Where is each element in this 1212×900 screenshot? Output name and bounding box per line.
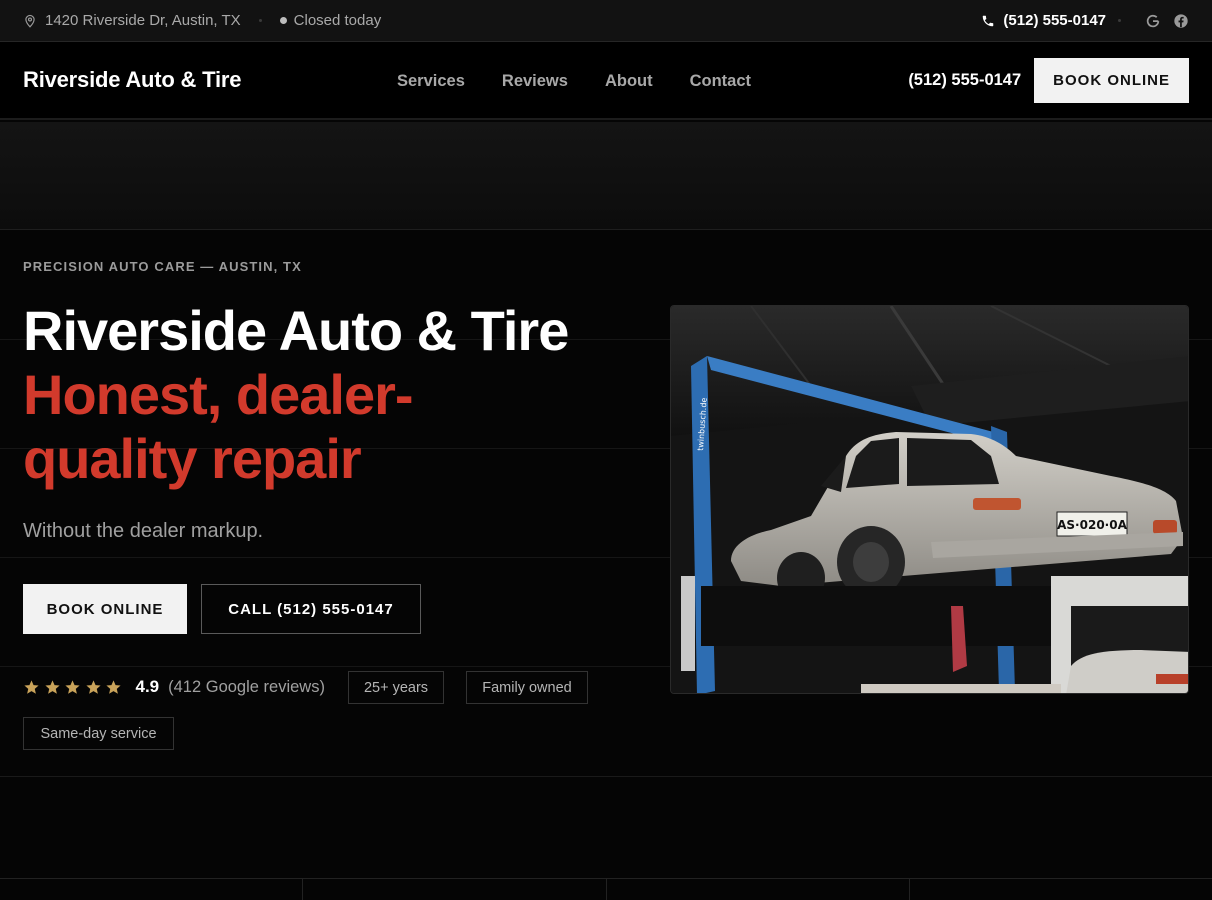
divider-dot bbox=[258, 19, 262, 22]
hero-book-button[interactable]: BOOK ONLINE bbox=[23, 584, 187, 634]
badge-family-owned: Family owned bbox=[466, 671, 588, 704]
location-pin-icon bbox=[25, 14, 35, 28]
badge-same-day: Same-day service bbox=[23, 717, 174, 750]
top-info-bar: 1420 Riverside Dr, Austin, TX Closed tod… bbox=[0, 0, 1212, 42]
star-icon bbox=[24, 679, 39, 694]
main-nav: Services Reviews About Contact bbox=[397, 42, 788, 120]
badge-years: 25+ years bbox=[348, 671, 444, 704]
review-count: (412 Google reviews) bbox=[168, 677, 325, 696]
hero-garage-photo: twinbusch.de AS·020·0A bbox=[670, 305, 1189, 694]
hero-heading: Riverside Auto & Tire Honest, dealer- qu… bbox=[23, 299, 643, 491]
nav-item-services[interactable]: Services bbox=[397, 72, 465, 91]
star-icon bbox=[44, 679, 60, 694]
star-icon bbox=[65, 679, 80, 694]
hero-call-button[interactable]: CALL (512) 555-0147 bbox=[201, 584, 421, 634]
hero-tagline-line1: Honest, dealer- bbox=[23, 363, 414, 426]
brand-logo[interactable]: Riverside Auto & Tire bbox=[23, 67, 242, 93]
car-on-lift-illustration: twinbusch.de AS·020·0A bbox=[671, 306, 1188, 693]
nav-item-contact[interactable]: Contact bbox=[690, 72, 751, 91]
feature-cell bbox=[303, 879, 607, 900]
divider-dot bbox=[1118, 19, 1121, 22]
license-plate-text: AS·020·0A bbox=[1057, 518, 1127, 532]
hero-top-band bbox=[0, 122, 1212, 230]
feature-cell bbox=[0, 879, 304, 900]
star-icon bbox=[106, 679, 121, 694]
hero-eyebrow: PRECISION AUTO CARE — AUSTIN, TX bbox=[23, 259, 302, 274]
phone-icon bbox=[983, 15, 994, 26]
rating-summary: 4.9 (412 Google reviews) bbox=[23, 672, 325, 702]
section-divider bbox=[0, 776, 1212, 777]
feature-cell bbox=[910, 879, 1212, 900]
header-phone-link[interactable]: (512) 555-0147 bbox=[908, 71, 1021, 90]
hero-title: Riverside Auto & Tire bbox=[23, 299, 569, 362]
nav-item-reviews[interactable]: Reviews bbox=[502, 72, 568, 91]
address-text: 1420 Riverside Dr, Austin, TX bbox=[45, 12, 241, 29]
star-icon bbox=[85, 679, 101, 694]
feature-cell bbox=[607, 879, 910, 900]
nav-item-about[interactable]: About bbox=[605, 72, 653, 91]
top-phone-link[interactable]: (512) 555-0147 bbox=[1003, 12, 1106, 29]
rating-score: 4.9 bbox=[135, 677, 160, 696]
facebook-icon[interactable] bbox=[1173, 13, 1189, 29]
hero-tagline-line2: quality repair bbox=[23, 427, 362, 490]
hero-subtitle: Without the dealer markup. bbox=[23, 520, 264, 542]
features-strip bbox=[0, 878, 1212, 900]
google-icon[interactable] bbox=[1145, 13, 1161, 29]
status-dot-icon bbox=[279, 17, 287, 24]
site-header: Riverside Auto & Tire Services Reviews A… bbox=[0, 42, 1212, 120]
hours-status: Closed today bbox=[293, 12, 382, 29]
star-rating bbox=[23, 679, 126, 696]
header-book-button[interactable]: BOOK ONLINE bbox=[1034, 57, 1189, 103]
